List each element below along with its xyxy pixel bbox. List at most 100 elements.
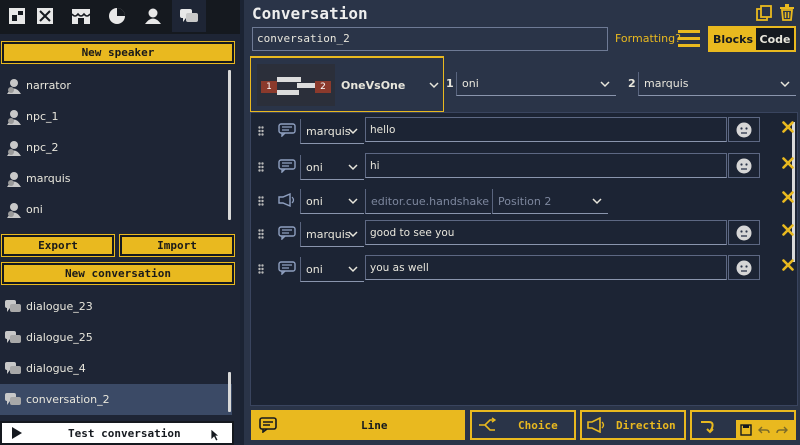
speaker-item[interactable]: narrator [0,70,232,101]
pie-chart-icon [109,8,125,24]
conversation-editor: Conversation conversation_2 Formatting? … [244,0,800,445]
speaker-name: marquis [26,172,71,185]
conversation-name: dialogue_25 [26,331,93,344]
test-conversation-button[interactable]: Test conversation [0,421,234,445]
add-line-button[interactable]: Line [251,410,465,440]
import-button[interactable]: Import [119,234,235,257]
shop-icon [71,9,91,24]
menu-icon[interactable] [678,29,700,47]
copy-icon[interactable] [756,5,772,21]
tab-shop[interactable] [64,0,98,32]
drag-handle-icon[interactable] [258,162,264,172]
delete-line-icon[interactable] [782,157,794,169]
view-code-button[interactable]: Code [756,28,794,50]
add-choice-button[interactable]: Choice [470,410,576,440]
line-text-input[interactable]: good to see you [365,220,727,245]
undo-icon[interactable] [758,424,770,436]
emotion-button[interactable] [728,153,760,178]
tab-stats[interactable] [100,0,134,32]
speaker-item[interactable]: npc_2 [0,132,232,163]
delete-line-icon[interactable] [782,191,794,203]
delete-line-icon[interactable] [782,224,794,236]
cue-select[interactable]: editor.cue.handshake [365,189,491,214]
conversation-list-scrollbar[interactable] [228,372,231,412]
speaker-item[interactable]: oni [0,194,232,225]
chevron-down-icon [592,198,602,205]
line-speaker-value: marquis [306,124,351,138]
view-toggle: Blocks Code [708,26,796,52]
speaker-name: npc_1 [26,110,59,123]
new-speaker-button[interactable]: New speaker [1,41,235,64]
line-row: marquis good to see you [252,219,796,249]
drag-handle-icon[interactable] [258,229,264,239]
chevron-down-icon [780,80,790,87]
speech-bubble-icon [278,159,296,173]
speaker-name: narrator [26,79,71,92]
redo-icon[interactable] [776,424,788,436]
conversation-item[interactable]: conversation_2 [0,384,232,415]
line-speaker-value: oni [306,194,323,208]
slot1-label: 1 [446,77,454,90]
slot2-speaker-value: marquis [644,77,689,90]
drag-handle-icon[interactable] [258,196,264,206]
conversation-name: dialogue_4 [26,362,86,375]
chevron-down-icon [348,231,358,238]
emotion-button[interactable] [728,220,760,245]
neutral-face-icon [736,158,752,173]
add-direction-button[interactable]: Direction [580,410,686,440]
conversation-name-input[interactable]: conversation_2 [252,27,608,51]
line-speaker-select[interactable]: oni [300,189,364,214]
drag-handle-icon[interactable] [258,126,264,136]
trash-icon[interactable] [779,4,795,21]
emotion-button[interactable] [728,255,760,280]
layout-selector[interactable]: 1 2 OneVsOne [250,56,444,112]
conversation-list: dialogue_23 dialogue_25 dialogue_4 conversa… [0,291,232,415]
chevron-down-icon [348,266,358,273]
slot1-speaker-select[interactable]: oni [456,72,616,96]
speaker-list-scrollbar[interactable] [228,70,231,220]
save-icon[interactable] [740,424,752,436]
tab-characters[interactable] [136,0,170,32]
line-text-value: hi [370,159,380,172]
history-toolbar [736,420,796,440]
line-text-value: you as well [370,261,429,274]
export-button[interactable]: Export [1,234,115,257]
line-speaker-select[interactable]: oni [300,155,364,180]
emotion-button[interactable] [728,117,760,142]
conversation-item[interactable]: dialogue_25 [0,322,232,353]
scene-icon [9,8,25,24]
line-speaker-select[interactable]: marquis [300,222,364,247]
left-panel: New speaker narrator npc_1 npc_2marquis oni… [0,0,240,445]
drag-handle-icon[interactable] [258,264,264,274]
layout-slot1-badge: 1 [261,81,277,93]
speaker-item[interactable]: npc_1 [0,101,232,132]
line-speaker-value: oni [306,262,323,276]
line-speaker-select[interactable]: marquis [300,119,364,144]
neutral-face-icon [736,122,752,137]
tab-conversations[interactable] [172,0,206,32]
add-line-label: Line [361,418,388,432]
chevron-down-icon [429,81,439,88]
new-conversation-button[interactable]: New conversation [1,262,235,285]
delete-line-icon[interactable] [782,259,794,271]
tab-map[interactable] [28,0,62,32]
conversation-item[interactable]: dialogue_23 [0,291,232,322]
speaker-item[interactable]: marquis [0,163,232,194]
slot2-speaker-select[interactable]: marquis [638,72,796,96]
line-text-input[interactable]: hi [365,153,727,178]
layout-name: OneVsOne [341,79,406,92]
line-speaker-select[interactable]: oni [300,257,364,282]
line-text-input[interactable]: you as well [365,255,727,280]
line-text-input[interactable]: hello [365,117,727,142]
conversation-item[interactable]: dialogue_4 [0,353,232,384]
user-icon [7,78,21,94]
chevron-down-icon [600,80,610,87]
mouse-cursor-icon [210,428,220,442]
layout-preview: 1 2 [257,64,335,106]
jump-arrow-icon [701,421,714,434]
test-conversation-label: Test conversation [68,426,181,440]
formatting-label[interactable]: Formatting? [615,32,681,45]
position-select[interactable]: Position 2 [492,189,608,214]
view-blocks-button[interactable]: Blocks [710,28,756,50]
delete-line-icon[interactable] [782,121,794,133]
